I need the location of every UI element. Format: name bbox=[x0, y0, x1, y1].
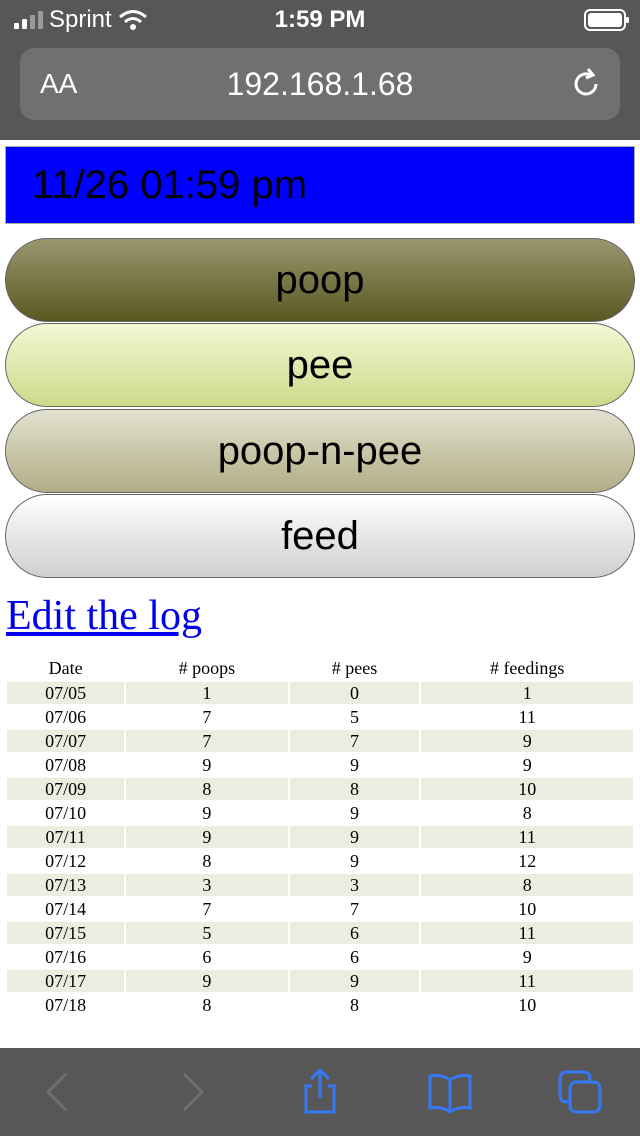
cell-feedings: 9 bbox=[421, 730, 633, 752]
cell-feedings: 10 bbox=[421, 898, 633, 920]
cell-pees: 9 bbox=[289, 970, 420, 992]
cell-pees: 6 bbox=[289, 922, 420, 944]
cell-date: 07/09 bbox=[7, 778, 125, 800]
cell-date: 07/18 bbox=[7, 994, 125, 1016]
cell-poops: 7 bbox=[126, 706, 288, 728]
table-row: 07/13 3 3 8 bbox=[7, 874, 633, 896]
cell-pees: 9 bbox=[289, 850, 420, 872]
log-table: Date # poops # pees # feedings 07/05 1 0 1 … bbox=[5, 654, 635, 1018]
header-date: Date bbox=[48, 657, 83, 678]
cell-feedings: 9 bbox=[421, 754, 633, 776]
cell-feedings: 11 bbox=[421, 706, 633, 728]
cell-feedings: 10 bbox=[421, 994, 633, 1016]
cell-date: 07/15 bbox=[7, 922, 125, 944]
table-row: 07/17 9 9 11 bbox=[7, 970, 633, 992]
table-row: 07/06 7 5 11 bbox=[7, 706, 633, 728]
cell-poops: 8 bbox=[126, 778, 288, 800]
table-row: 07/12 8 9 12 bbox=[7, 850, 633, 872]
table-row: 07/14 7 7 10 bbox=[7, 898, 633, 920]
cell-pees: 9 bbox=[289, 754, 420, 776]
header-pees: # pees bbox=[331, 657, 378, 678]
cell-feedings: 8 bbox=[421, 874, 633, 896]
cell-feedings: 8 bbox=[421, 802, 633, 824]
cell-poops: 7 bbox=[126, 730, 288, 752]
cell-poops: 1 bbox=[126, 682, 288, 704]
edit-log-link[interactable]: Edit the log bbox=[6, 592, 202, 640]
cell-feedings: 11 bbox=[421, 922, 633, 944]
browser-address-area: AA 192.168.1.68 bbox=[0, 42, 640, 140]
cell-pees: 8 bbox=[289, 778, 420, 800]
cell-poops: 8 bbox=[126, 994, 288, 1016]
cell-poops: 5 bbox=[126, 922, 288, 944]
cell-date: 07/06 bbox=[7, 706, 125, 728]
table-row: 07/07 7 7 9 bbox=[7, 730, 633, 752]
cell-poops: 6 bbox=[126, 946, 288, 968]
cell-date: 07/05 bbox=[7, 682, 125, 704]
table-row: 07/05 1 0 1 bbox=[7, 682, 633, 704]
cell-poops: 3 bbox=[126, 874, 288, 896]
cell-poops: 7 bbox=[126, 898, 288, 920]
table-row: 07/09 8 8 10 bbox=[7, 778, 633, 800]
cell-poops: 9 bbox=[126, 826, 288, 848]
cell-feedings: 1 bbox=[421, 682, 633, 704]
cell-feedings: 11 bbox=[421, 970, 633, 992]
wifi-icon bbox=[118, 10, 147, 30]
table-row: 07/10 9 9 8 bbox=[7, 802, 633, 824]
table-row: 07/11 9 9 11 bbox=[7, 826, 633, 848]
cell-date: 07/07 bbox=[7, 730, 125, 752]
browser-toolbar bbox=[0, 1048, 640, 1136]
cell-pees: 5 bbox=[289, 706, 420, 728]
cell-date: 07/14 bbox=[7, 898, 125, 920]
tabs-icon[interactable] bbox=[556, 1068, 604, 1116]
share-icon[interactable] bbox=[296, 1068, 344, 1116]
cell-pees: 9 bbox=[289, 802, 420, 824]
cell-poops: 9 bbox=[126, 754, 288, 776]
back-icon[interactable] bbox=[36, 1068, 84, 1116]
cell-date: 07/13 bbox=[7, 874, 125, 896]
signal-icon bbox=[14, 11, 43, 29]
cell-pees: 6 bbox=[289, 946, 420, 968]
cell-pees: 0 bbox=[289, 682, 420, 704]
cell-feedings: 9 bbox=[421, 946, 633, 968]
status-bar: Sprint 1:59 PM bbox=[0, 0, 640, 42]
poop-n-pee-button[interactable]: poop-n-pee bbox=[5, 409, 635, 493]
datetime-banner: 11/26 01:59 pm bbox=[5, 146, 635, 224]
cell-pees: 3 bbox=[289, 874, 420, 896]
cell-date: 07/17 bbox=[7, 970, 125, 992]
url-text[interactable]: 192.168.1.68 bbox=[20, 66, 620, 103]
cell-poops: 9 bbox=[126, 802, 288, 824]
table-row: 07/16 6 6 9 bbox=[7, 946, 633, 968]
table-header-row: Date # poops # pees # feedings bbox=[7, 656, 633, 680]
bookmarks-icon[interactable] bbox=[426, 1068, 474, 1116]
cell-date: 07/12 bbox=[7, 850, 125, 872]
cell-date: 07/16 bbox=[7, 946, 125, 968]
poop-button[interactable]: poop bbox=[5, 238, 635, 322]
carrier-name: Sprint bbox=[49, 6, 112, 33]
cell-feedings: 10 bbox=[421, 778, 633, 800]
cell-pees: 9 bbox=[289, 826, 420, 848]
cell-pees: 8 bbox=[289, 994, 420, 1016]
feed-button[interactable]: feed bbox=[5, 494, 635, 578]
cell-pees: 7 bbox=[289, 730, 420, 752]
datetime-text: 11/26 01:59 pm bbox=[32, 163, 308, 207]
header-poops: # poops bbox=[178, 657, 236, 678]
battery-icon bbox=[584, 9, 629, 31]
reload-icon[interactable] bbox=[568, 66, 604, 102]
table-row: 07/08 9 9 9 bbox=[7, 754, 633, 776]
cell-pees: 7 bbox=[289, 898, 420, 920]
cell-date: 07/10 bbox=[7, 802, 125, 824]
cell-feedings: 11 bbox=[421, 826, 633, 848]
table-row: 07/15 5 6 11 bbox=[7, 922, 633, 944]
cell-poops: 8 bbox=[126, 850, 288, 872]
cell-feedings: 12 bbox=[421, 850, 633, 872]
header-feedings: # feedings bbox=[489, 657, 565, 678]
pee-button[interactable]: pee bbox=[5, 323, 635, 407]
address-bar[interactable]: AA 192.168.1.68 bbox=[20, 48, 620, 120]
cell-poops: 9 bbox=[126, 970, 288, 992]
table-row: 07/18 8 8 10 bbox=[7, 994, 633, 1016]
cell-date: 07/11 bbox=[7, 826, 125, 848]
carrier-indicator: Sprint bbox=[14, 6, 148, 34]
cell-date: 07/08 bbox=[7, 754, 125, 776]
forward-icon[interactable] bbox=[166, 1068, 214, 1116]
